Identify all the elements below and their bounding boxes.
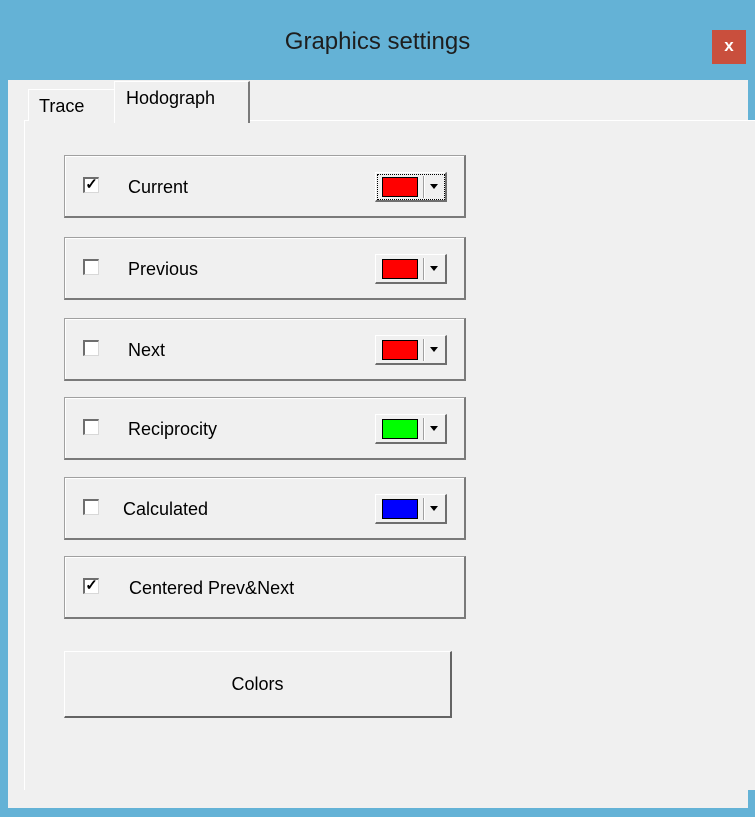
previous-label: Previous [128, 259, 199, 279]
current-color-picker[interactable] [375, 172, 447, 202]
option-next-group: Next [64, 318, 466, 381]
chevron-down-icon [430, 426, 438, 431]
reciprocity-color-picker[interactable] [375, 414, 447, 444]
graphics-settings-window: Graphics settings x Trace Hodograph ✓ Cu… [0, 0, 755, 817]
reciprocity-label: Reciprocity [128, 419, 218, 439]
colors-button[interactable]: Colors [64, 651, 452, 718]
picker-separator [423, 176, 425, 198]
tab-trace[interactable]: Trace [28, 89, 116, 121]
reciprocity-color-swatch [382, 419, 418, 439]
centered-label: Centered Prev&Next [129, 578, 295, 598]
tab-hodograph[interactable]: Hodograph [114, 81, 250, 123]
next-color-swatch [382, 340, 418, 360]
option-previous-group: Previous [64, 237, 466, 300]
centered-checkbox[interactable]: ✓ [83, 578, 99, 594]
picker-separator [423, 339, 425, 361]
current-label: Current [128, 177, 189, 197]
calculated-checkbox[interactable] [83, 499, 99, 515]
next-label: Next [128, 340, 166, 360]
chevron-down-icon [430, 266, 438, 271]
picker-separator [423, 258, 425, 280]
close-button[interactable]: x [712, 30, 746, 64]
picker-separator [423, 498, 425, 520]
picker-separator [423, 418, 425, 440]
chevron-down-icon [430, 184, 438, 189]
previous-color-picker[interactable] [375, 254, 447, 284]
option-reciprocity-group: Reciprocity [64, 397, 466, 460]
current-color-swatch [382, 177, 418, 197]
option-current-group: ✓ Current [64, 155, 466, 218]
title-bar[interactable]: Graphics settings x [0, 0, 755, 80]
chevron-down-icon [430, 347, 438, 352]
next-color-picker[interactable] [375, 335, 447, 365]
window-title: Graphics settings [284, 28, 471, 55]
current-checkbox[interactable]: ✓ [83, 177, 99, 193]
next-checkbox[interactable] [83, 340, 99, 356]
calculated-color-swatch [382, 499, 418, 519]
calculated-label: Calculated [123, 499, 209, 519]
calculated-color-picker[interactable] [375, 494, 447, 524]
option-calculated-group: Calculated [64, 477, 466, 540]
previous-checkbox[interactable] [83, 259, 99, 275]
previous-color-swatch [382, 259, 418, 279]
chevron-down-icon [430, 506, 438, 511]
reciprocity-checkbox[interactable] [83, 419, 99, 435]
option-centered-group: ✓ Centered Prev&Next [64, 556, 466, 619]
